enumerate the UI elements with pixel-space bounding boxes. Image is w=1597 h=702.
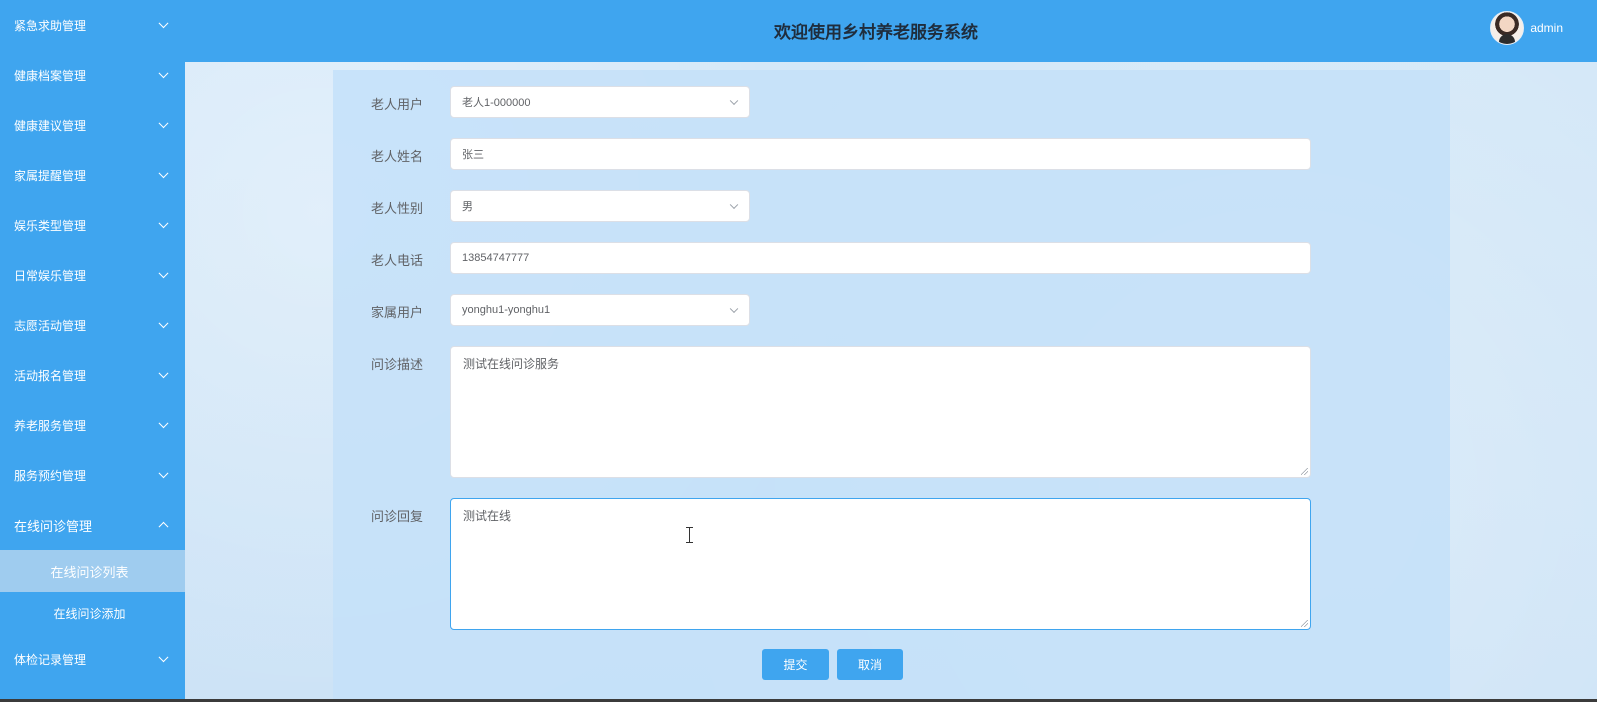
sidebar-item-label: 服务预约管理 — [14, 468, 87, 483]
sidebar-item-health-advice[interactable]: 健康建议管理 — [0, 100, 185, 150]
elder-user-select[interactable]: 老人1-000000 — [450, 86, 750, 118]
chevron-down-icon — [729, 304, 739, 314]
chevron-down-icon — [158, 652, 169, 663]
sidebar-item-online-consultation[interactable]: 在线问诊管理 — [0, 500, 185, 550]
consult-desc-label: 问诊描述 — [371, 357, 424, 372]
sidebar-item-service-appointments[interactable]: 服务预约管理 — [0, 450, 185, 500]
sidebar-item-daily-entertainment[interactable]: 日常娱乐管理 — [0, 250, 185, 300]
resize-handle-icon[interactable] — [1301, 468, 1308, 475]
elder-name-input[interactable]: 张三 — [450, 138, 1311, 170]
elder-name-label: 老人姓名 — [371, 149, 424, 164]
sidebar-item-family-reminders[interactable]: 家属提醒管理 — [0, 150, 185, 200]
chevron-down-icon — [158, 368, 169, 379]
chevron-down-icon — [158, 218, 169, 229]
consultation-form-panel: 老人用户 老人1-000000 老人姓名 张三 老人性别 男 老人电话 1385… — [333, 70, 1450, 702]
chevron-down-icon — [158, 318, 169, 329]
chevron-down-icon — [158, 18, 169, 29]
chevron-down-icon — [158, 168, 169, 179]
text-cursor-icon — [686, 527, 694, 543]
sidebar-item-elderly-services[interactable]: 养老服务管理 — [0, 400, 185, 450]
chevron-down-icon — [158, 268, 169, 279]
consult-reply-value: 测试在线 — [463, 509, 512, 523]
elder-gender-label: 老人性别 — [371, 201, 424, 216]
top-header: 欢迎使用乡村养老服务系统 admin — [185, 0, 1597, 62]
sidebar-item-label: 体检记录管理 — [14, 652, 87, 667]
consult-desc-value: 测试在线问诊服务 — [463, 357, 560, 371]
elder-gender-select[interactable]: 男 — [450, 190, 750, 222]
family-user-label: 家属用户 — [371, 305, 424, 320]
sidebar-item-entertainment-types[interactable]: 娱乐类型管理 — [0, 200, 185, 250]
sidebar-item-label: 健康档案管理 — [14, 68, 87, 83]
sidebar: 紧急求助管理 健康档案管理 健康建议管理 家属提醒管理 娱乐类型管理 日常娱乐管… — [0, 0, 185, 702]
elder-user-value: 老人1-000000 — [462, 97, 531, 109]
family-user-select[interactable]: yonghu1-yonghu1 — [450, 294, 750, 326]
resize-handle-icon[interactable] — [1301, 620, 1308, 627]
sidebar-item-label: 志愿活动管理 — [14, 318, 87, 333]
sidebar-item-label: 活动报名管理 — [14, 368, 87, 383]
sidebar-item-label: 娱乐类型管理 — [14, 218, 87, 233]
family-user-value: yonghu1-yonghu1 — [462, 304, 551, 316]
chevron-up-icon — [158, 521, 169, 532]
consult-reply-textarea[interactable]: 测试在线 — [450, 498, 1311, 630]
sidebar-item-health-records[interactable]: 健康档案管理 — [0, 50, 185, 100]
sidebar-item-emergency-help[interactable]: 紧急求助管理 — [0, 0, 185, 50]
chevron-down-icon — [729, 200, 739, 210]
submit-button[interactable]: 提交 — [762, 649, 829, 680]
sidebar-subitem-consultation-add[interactable]: 在线问诊添加 — [0, 592, 185, 634]
elder-phone-input[interactable]: 13854747777 — [450, 242, 1311, 274]
sidebar-item-label: 养老服务管理 — [14, 418, 87, 433]
sidebar-item-label: 健康建议管理 — [14, 118, 87, 133]
user-menu[interactable]: admin — [1490, 11, 1563, 45]
chevron-down-icon — [158, 418, 169, 429]
elder-phone-label: 老人电话 — [371, 253, 424, 268]
sidebar-item-label: 紧急求助管理 — [14, 18, 87, 33]
elder-gender-value: 男 — [462, 201, 473, 213]
chevron-down-icon — [158, 118, 169, 129]
sidebar-item-activity-registration[interactable]: 活动报名管理 — [0, 350, 185, 400]
consult-reply-label: 问诊回复 — [371, 509, 424, 524]
elder-phone-value: 13854747777 — [462, 252, 530, 264]
sidebar-item-label: 家属提醒管理 — [14, 168, 87, 183]
elder-name-value: 张三 — [462, 149, 484, 161]
consult-desc-textarea[interactable]: 测试在线问诊服务 — [450, 346, 1311, 478]
chevron-down-icon — [158, 468, 169, 479]
sidebar-item-volunteer-activities[interactable]: 志愿活动管理 — [0, 300, 185, 350]
avatar[interactable] — [1490, 11, 1525, 45]
cancel-button[interactable]: 取消 — [837, 649, 903, 680]
elder-user-label: 老人用户 — [371, 97, 424, 112]
sidebar-subitem-consultation-list[interactable]: 在线问诊列表 — [0, 550, 185, 592]
sidebar-item-checkup-records[interactable]: 体检记录管理 — [0, 634, 185, 684]
page-title: 欢迎使用乡村养老服务系统 — [774, 23, 978, 42]
chevron-down-icon — [158, 68, 169, 79]
sidebar-item-label: 在线问诊管理 — [14, 518, 93, 534]
sidebar-item-label: 日常娱乐管理 — [14, 268, 87, 283]
username: admin — [1530, 21, 1563, 35]
chevron-down-icon — [729, 96, 739, 106]
